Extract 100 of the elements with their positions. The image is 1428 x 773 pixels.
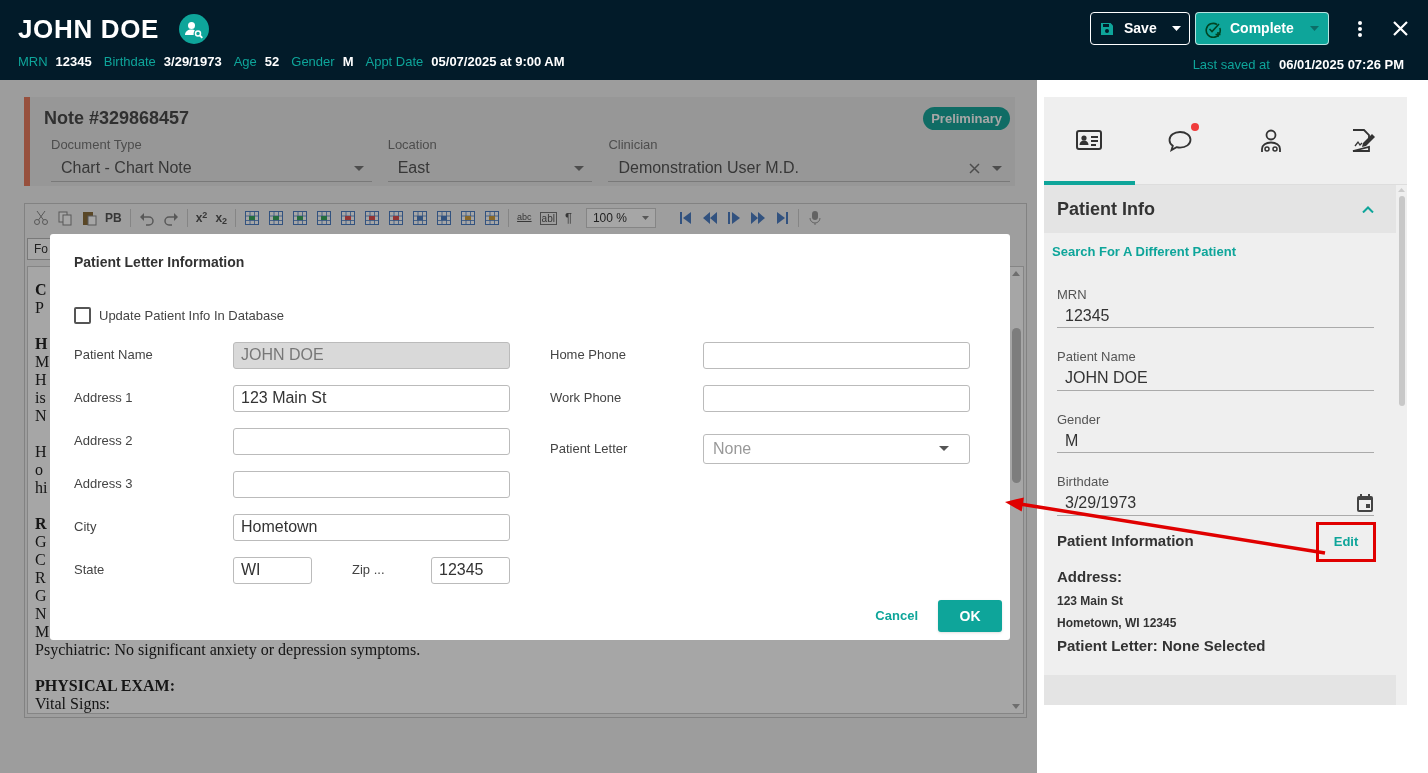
section-heading: R xyxy=(35,515,47,533)
clipboard-icon[interactable] xyxy=(81,210,97,226)
text-line: R xyxy=(35,569,46,587)
copy-icon[interactable] xyxy=(57,210,73,226)
text-line: Psychiatric: No significant anxiety or depression symptoms. xyxy=(35,641,421,659)
zoom-select[interactable]: 100 % xyxy=(585,208,656,228)
text-line: Vital Signs: xyxy=(35,695,111,713)
input-field[interactable] xyxy=(233,427,510,455)
more-icon[interactable] xyxy=(1358,20,1362,37)
scrollbar-thumb[interactable] xyxy=(1398,196,1405,406)
input-field[interactable]: JOHN DOE xyxy=(1057,366,1374,391)
edit-link[interactable]: Edit xyxy=(1333,531,1359,552)
dropdown-field[interactable]: Demonstration User M.D. xyxy=(608,155,1010,182)
input-field[interactable]: 12345 xyxy=(431,556,510,584)
rewind-icon[interactable] xyxy=(701,210,718,226)
address-label: Address: xyxy=(1057,566,1124,587)
table-icon[interactable] xyxy=(388,210,405,226)
text-line: H xyxy=(35,443,47,461)
meta-value: 12345 xyxy=(55,53,92,71)
text-line: N xyxy=(35,407,47,425)
spellcheck-button[interactable]: abc xyxy=(517,211,532,225)
fast-forward-icon[interactable] xyxy=(749,210,766,226)
caret-icon xyxy=(574,165,585,171)
table-icon[interactable] xyxy=(292,210,309,226)
skip-back-icon[interactable] xyxy=(677,210,694,226)
input-field[interactable]: M xyxy=(1057,429,1374,453)
info-title: Patient Information xyxy=(1057,531,1194,552)
dialog-title: Patient Letter Information xyxy=(74,253,246,272)
meta-value: M xyxy=(342,53,354,71)
field-label: Work Phone xyxy=(550,389,623,408)
section-header[interactable]: Patient Info xyxy=(1044,185,1396,233)
search-patient-link[interactable]: Search For A Different Patient xyxy=(1052,242,1236,262)
text-line: is xyxy=(35,389,46,407)
patient-name: JOHN DOE xyxy=(18,12,159,46)
field-label: City xyxy=(74,518,98,537)
table-icon[interactable] xyxy=(484,210,501,226)
paste-button[interactable]: PB xyxy=(105,209,122,227)
text-line: P xyxy=(35,299,44,317)
close-icon[interactable] xyxy=(1393,21,1408,36)
scrollbar-thumb[interactable] xyxy=(1011,327,1021,483)
dropdown-field[interactable]: Chart - Chart Note xyxy=(51,155,372,182)
text-line: G xyxy=(35,533,47,551)
scissors-icon[interactable] xyxy=(33,210,49,226)
address-line: Hometown, WI 12345 xyxy=(1057,615,1178,632)
person-search-icon[interactable] xyxy=(179,14,209,44)
table-icon[interactable] xyxy=(436,210,453,226)
scroll-up-icon xyxy=(1398,188,1405,192)
complete-button[interactable]: Complete xyxy=(1195,12,1329,45)
table-icon[interactable] xyxy=(268,210,285,226)
field-label: Address 2 xyxy=(74,432,134,451)
field-label: Gender xyxy=(1057,410,1102,429)
field-button[interactable]: abl xyxy=(539,211,557,225)
redo-icon[interactable] xyxy=(162,210,179,226)
section-heading: H xyxy=(35,335,48,353)
input-field[interactable] xyxy=(703,384,970,412)
play-icon[interactable] xyxy=(725,210,742,226)
input-field[interactable]: 12345 xyxy=(1057,304,1374,328)
caret-icon xyxy=(353,165,364,171)
save-button[interactable]: Save xyxy=(1090,12,1190,45)
input-field[interactable]: WI xyxy=(233,556,312,584)
superscript-button[interactable]: x$^{2}$ xyxy=(195,209,208,227)
text-line: N xyxy=(35,605,47,623)
text-line: M xyxy=(35,623,50,641)
input-field[interactable]: Hometown xyxy=(233,513,510,541)
scroll-up-icon xyxy=(1012,271,1020,276)
caret-icon xyxy=(1172,26,1181,31)
text-line: hi xyxy=(35,479,48,497)
input-field[interactable]: 3/29/1973 xyxy=(1057,491,1374,516)
table-icon[interactable] xyxy=(364,210,381,226)
text-line: o xyxy=(35,461,43,479)
field-label: MRN xyxy=(1057,285,1088,304)
table-icon[interactable] xyxy=(316,210,333,226)
table-icon[interactable] xyxy=(244,210,261,226)
microphone-icon[interactable] xyxy=(806,210,823,226)
field-label: Location xyxy=(387,136,438,154)
table-icon[interactable] xyxy=(340,210,357,226)
section-heading: C xyxy=(35,281,47,299)
note-title: Note #329868457 xyxy=(44,107,190,130)
caret-icon xyxy=(992,165,1002,171)
table-icon[interactable] xyxy=(460,210,477,226)
table-icon[interactable] xyxy=(412,210,429,226)
address-line: 123 Main St xyxy=(1057,593,1125,610)
ok-button[interactable]: OK xyxy=(938,600,1002,632)
field-label: Clinician xyxy=(608,136,659,154)
dropdown-field[interactable]: East xyxy=(387,155,593,182)
cancel-button[interactable]: Cancel xyxy=(871,606,922,626)
text-line: C xyxy=(35,551,46,569)
section-heading: PHYSICAL EXAM: xyxy=(35,677,175,695)
input-field[interactable] xyxy=(703,341,970,369)
field-label: Document Type xyxy=(51,136,143,154)
checkbox[interactable] xyxy=(74,307,91,325)
select-field[interactable]: None xyxy=(703,433,970,464)
pilcrow-button[interactable]: ¶ xyxy=(564,208,572,228)
scroll-down-icon xyxy=(1012,704,1020,709)
meta-label: Age xyxy=(233,53,257,71)
input-field[interactable] xyxy=(233,470,510,498)
text-line: M xyxy=(35,353,50,371)
clear-icon xyxy=(969,162,980,174)
input-field[interactable]: 123 Main St xyxy=(233,384,510,412)
subscript-button[interactable]: x$_{2}$ xyxy=(215,209,228,227)
